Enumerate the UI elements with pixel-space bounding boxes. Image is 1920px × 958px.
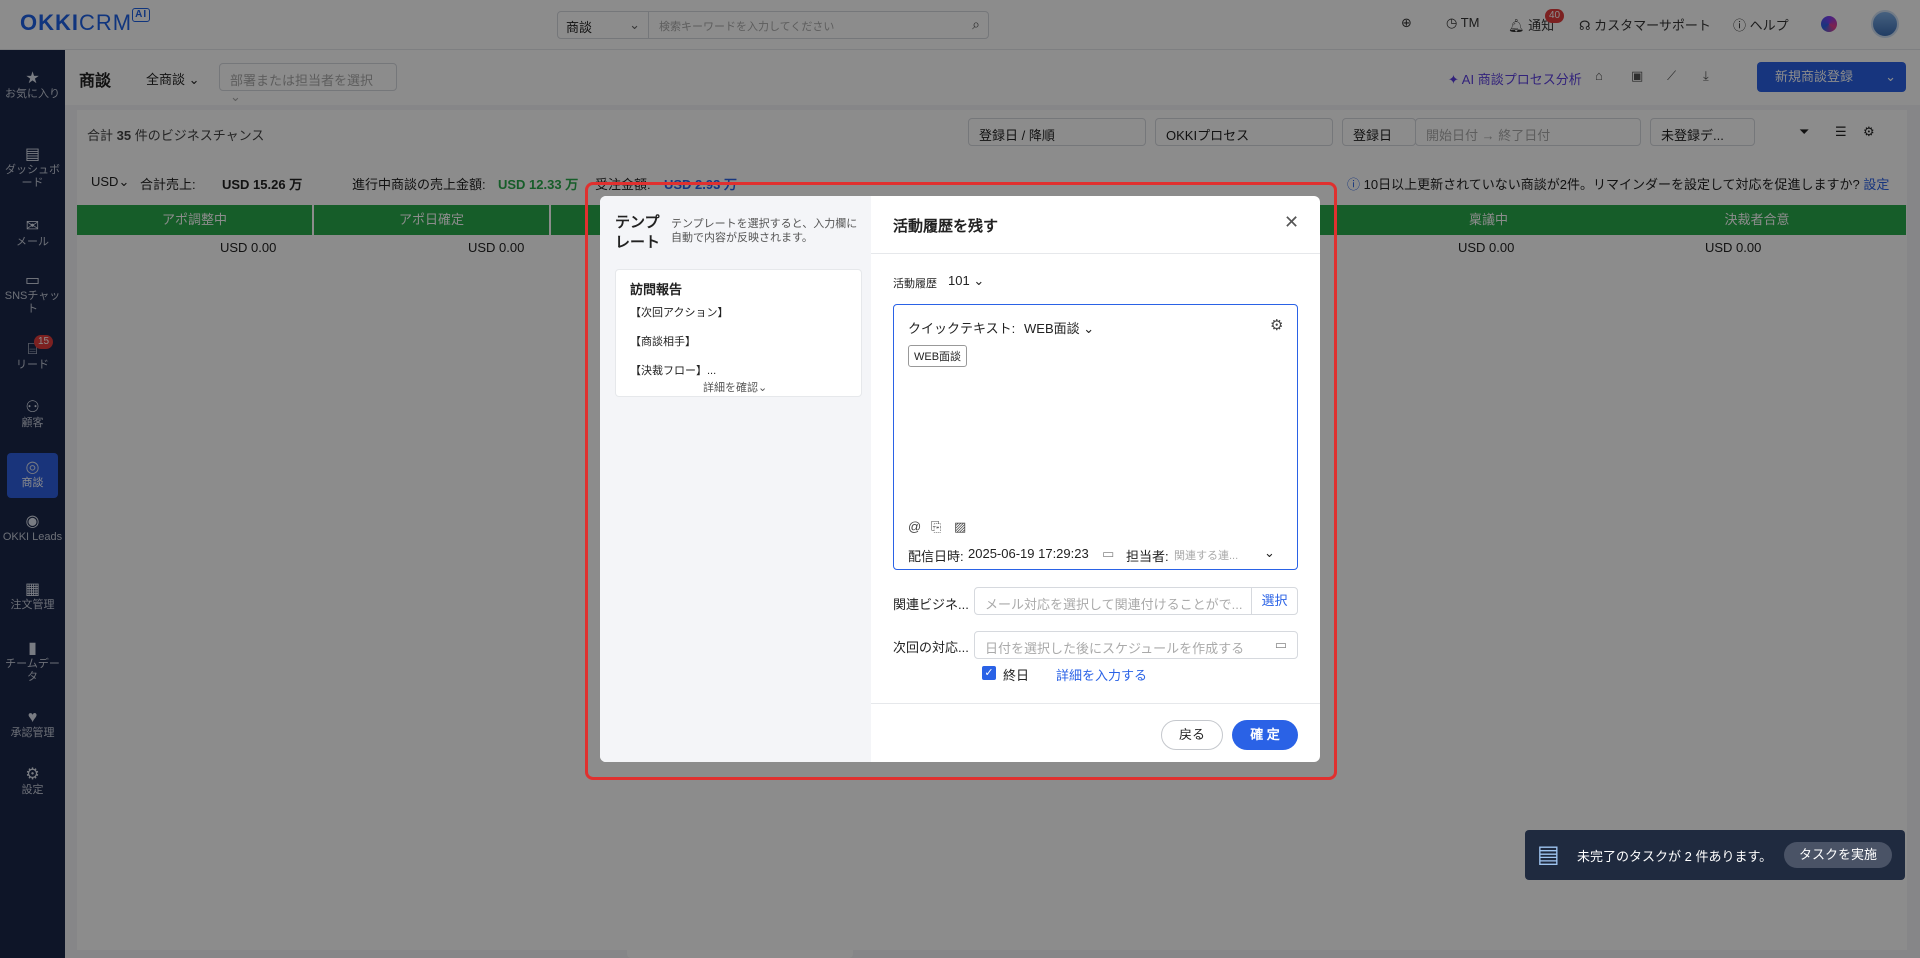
run-task-button[interactable]: タスクを実施 — [1784, 842, 1892, 868]
clipboard-icon: ▤ — [1537, 841, 1560, 868]
task-toast-text: 未完了のタスクが 2 件あります。 — [1577, 849, 1773, 864]
highlight-frame — [585, 182, 1337, 780]
task-toast: ▤ 未完了のタスクが 2 件あります。 タスクを実施 — [1525, 830, 1905, 880]
